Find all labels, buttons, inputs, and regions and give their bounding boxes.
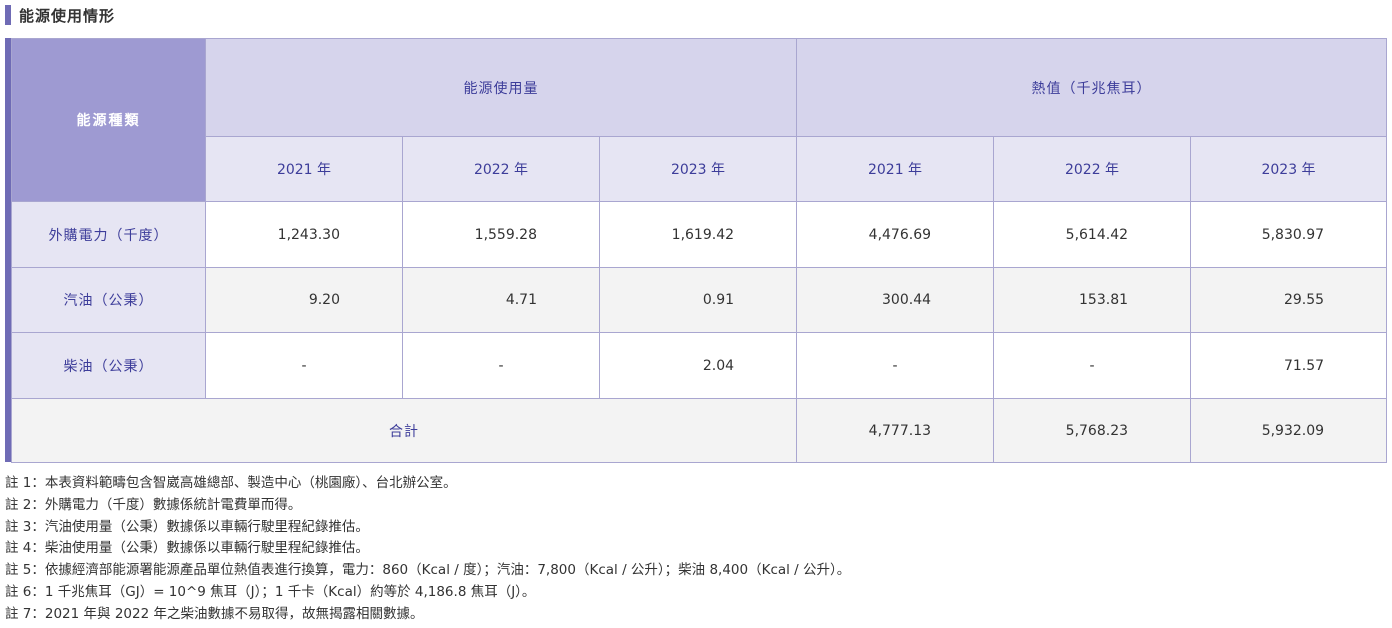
- year-header: 2021 年: [205, 136, 403, 202]
- heat-value-group-header: 熱值（千兆焦耳）: [796, 38, 1388, 137]
- footnote: 註 1：本表資料範疇包含智崴高雄總部、製造中心（桃園廠）、台北辦公室。: [5, 475, 457, 491]
- usage-group-header: 能源使用量: [204, 38, 798, 137]
- footnote: 註 3：汽油使用量（公秉）數據係以車輛行駛里程紀錄推估。: [5, 518, 369, 535]
- table-row: 外購電力（千度） 1,243.30 1,559.28 1,619.42 4,47…: [11, 201, 1388, 268]
- table-cell: -: [796, 332, 995, 399]
- year-header: 2023 年: [598, 136, 798, 202]
- table-cell: -: [993, 332, 1192, 399]
- total-cell: 5,768.23: [993, 398, 1192, 463]
- table-cell: 71.57: [1190, 332, 1388, 399]
- header-row-years: 2021 年 2022 年 2023 年 2021 年 2022 年 2023 …: [12, 136, 1388, 202]
- table-cell: 4.71: [402, 267, 600, 333]
- row-label-gasoline: 汽油（公秉）: [11, 267, 206, 333]
- year-header: 2022 年: [993, 136, 1192, 202]
- footnotes: 註 1：本表資料範疇包含智崴高雄總部、製造中心（桃園廠）、台北辦公室。 註 2：…: [5, 473, 1385, 626]
- total-row: 合計 4,777.13 5,768.23 5,932.09: [10, 398, 1388, 463]
- table-cell: -: [205, 332, 403, 399]
- table-cell: 4,476.69: [796, 201, 995, 268]
- year-header: 2022 年: [402, 136, 600, 202]
- title-accent-bar: [5, 5, 11, 25]
- footnote: 註 4：柴油使用量（公秉）數據係以車輛行駛里程紀錄推估。: [5, 540, 369, 557]
- table-cell: 1,559.28: [402, 201, 600, 268]
- section-title: 能源使用情形: [19, 6, 116, 25]
- table-row: 柴油（公秉） - - 2.04 - - 71.57: [11, 332, 1388, 399]
- energy-usage-table: 能源種類 能源使用量 熱值（千兆焦耳） 2021 年 2022 年 2023 年…: [10, 38, 1388, 463]
- table-row: 汽油（公秉） 9.20 4.71 0.91 300.44 153.81 29.5…: [11, 267, 1388, 333]
- table-cell: 5,830.97: [1190, 201, 1388, 268]
- table-cell: 1,619.42: [598, 201, 798, 268]
- table-cell: 300.44: [796, 267, 995, 333]
- table-cell: 29.55: [1190, 267, 1388, 333]
- energy-table-container: 能源種類 能源使用量 熱值（千兆焦耳） 2021 年 2022 年 2023 年…: [5, 38, 1388, 463]
- table-cell: 2.04: [598, 332, 798, 399]
- footnote: 註 7：2021 年與 2022 年之柴油數據不易取得，故無揭露相關數據。: [5, 605, 424, 622]
- energy-type-header: 能源種類: [11, 38, 206, 202]
- table-cell: 1,243.30: [205, 201, 403, 268]
- table-cell: 153.81: [993, 267, 1192, 333]
- table-cell: -: [402, 332, 600, 399]
- row-label-electricity: 外購電力（千度）: [11, 201, 206, 268]
- table-cell: 5,614.42: [993, 201, 1192, 268]
- header-row-groups: 能源種類 能源使用量 熱值（千兆焦耳）: [11, 38, 1388, 202]
- total-cell: 4,777.13: [796, 398, 995, 463]
- footnote: 註 5：依據經濟部能源署能源產品單位熱值表進行換算，電力：860（Kcal / …: [5, 562, 851, 579]
- table-cell: 9.20: [205, 267, 403, 333]
- table-cell: 0.91: [598, 267, 798, 333]
- section-header: 能源使用情形: [5, 4, 115, 26]
- total-cell: 5,932.09: [1190, 398, 1388, 463]
- row-label-diesel: 柴油（公秉）: [11, 332, 206, 399]
- footnote: 註 2：外購電力（千度）數據係統計電費單而得。: [5, 496, 302, 513]
- total-label: 合計: [10, 398, 798, 463]
- footnote: 註 6：1 千兆焦耳（GJ）= 10^9 焦耳（J）；1 千卡（Kcal）約等於…: [5, 583, 536, 600]
- year-header: 2021 年: [796, 136, 995, 202]
- year-header: 2023 年: [1190, 136, 1388, 202]
